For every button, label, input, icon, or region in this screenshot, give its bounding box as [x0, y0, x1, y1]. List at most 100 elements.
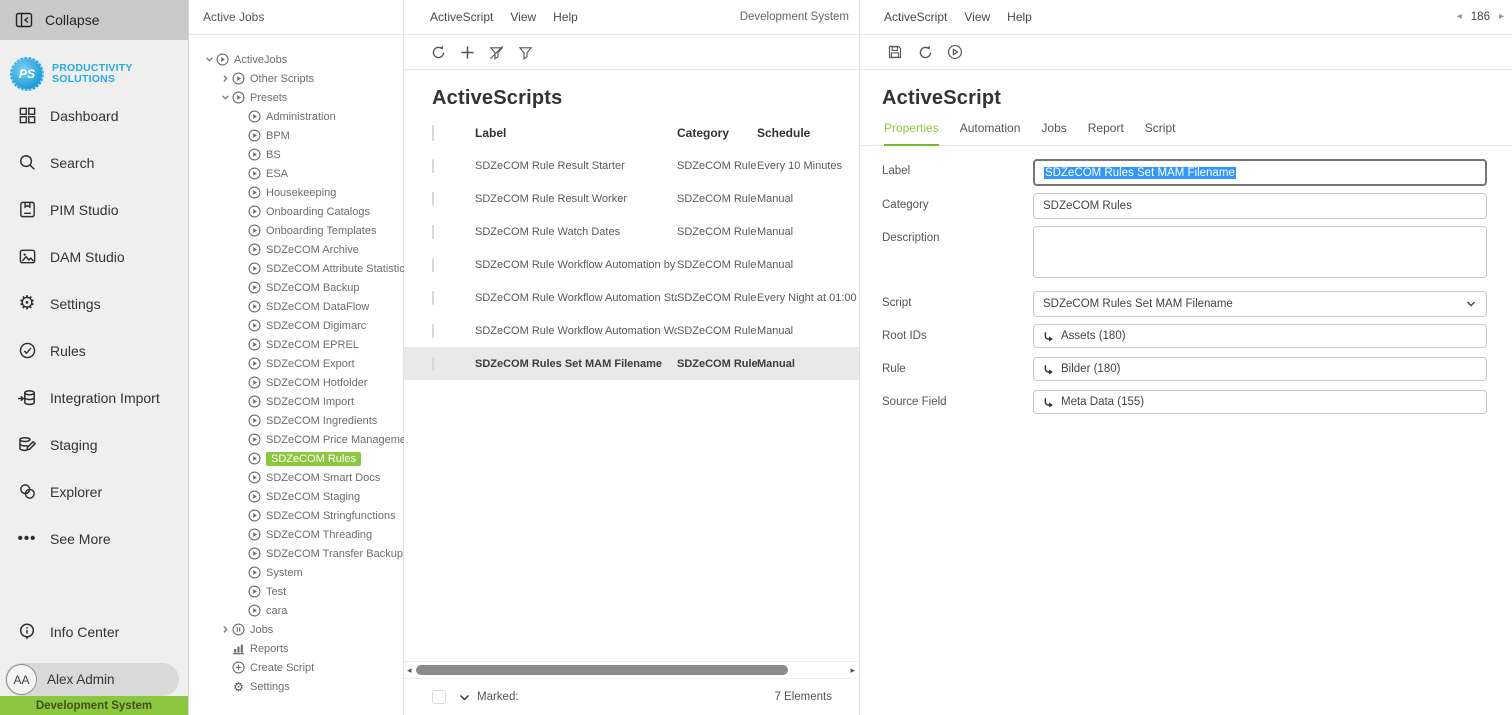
tree-item-sdzecom-digimarc[interactable]: SDZeCOM Digimarc	[189, 316, 403, 335]
marked-checkbox[interactable]	[432, 690, 446, 704]
tree-item-sdzecom-price-management[interactable]: SDZeCOM Price Management	[189, 430, 403, 449]
filter-clear-icon[interactable]	[487, 43, 505, 61]
refresh-icon[interactable]	[429, 43, 447, 61]
sidebar-item-pim-studio[interactable]: PIM Studio	[0, 186, 188, 233]
filter-icon[interactable]	[516, 43, 534, 61]
source-field-field[interactable]: Meta Data (155)	[1033, 390, 1487, 414]
tree-item-bs[interactable]: BS	[189, 145, 403, 164]
tree-item-housekeeping[interactable]: Housekeeping	[189, 183, 403, 202]
scrollbar-track[interactable]	[415, 665, 848, 675]
table-row[interactable]: SDZeCOM Rule Workflow Automation by d...…	[404, 248, 859, 281]
table-row[interactable]: SDZeCOM Rule Result StarterSDZeCOM Rules…	[404, 149, 859, 182]
row-checkbox[interactable]	[432, 291, 434, 305]
expander-down-icon[interactable]	[218, 93, 232, 102]
tree-item-sdzecom-attribute-statistics[interactable]: SDZeCOM Attribute Statistics	[189, 259, 403, 278]
sidebar-item-explorer[interactable]: Explorer	[0, 468, 188, 515]
tree-item-onboarding-templates[interactable]: Onboarding Templates	[189, 221, 403, 240]
row-checkbox[interactable]	[432, 225, 434, 239]
tree-item-presets[interactable]: Presets	[189, 88, 403, 107]
tree-item-sdzecom-dataflow[interactable]: SDZeCOM DataFlow	[189, 297, 403, 316]
tree-item-settings[interactable]: ⚙Settings	[189, 677, 403, 696]
sidebar-item-integration-import[interactable]: Integration Import	[0, 374, 188, 421]
menu-activescript[interactable]: ActiveScript	[884, 10, 947, 24]
sidebar-item-search[interactable]: Search	[0, 139, 188, 186]
tree-item-sdzecom-stringfunctions[interactable]: SDZeCOM Stringfunctions	[189, 506, 403, 525]
tree-item-create-script[interactable]: Create Script	[189, 658, 403, 677]
tree-item-system[interactable]: System	[189, 563, 403, 582]
tree-item-sdzecom-smart-docs[interactable]: SDZeCOM Smart Docs	[189, 468, 403, 487]
tree-item-sdzecom-import[interactable]: SDZeCOM Import	[189, 392, 403, 411]
tree-item-bpm[interactable]: BPM	[189, 126, 403, 145]
category-input[interactable]: SDZeCOM Rules	[1033, 193, 1487, 219]
script-select[interactable]: SDZeCOM Rules Set MAM Filename	[1033, 291, 1487, 317]
table-row[interactable]: SDZeCOM Rule Result WorkerSDZeCOM RulesM…	[404, 182, 859, 215]
expander-right-icon[interactable]	[218, 74, 232, 83]
tree-item-test[interactable]: Test	[189, 582, 403, 601]
select-all-checkbox[interactable]	[432, 125, 434, 141]
tree-item-sdzecom-threading[interactable]: SDZeCOM Threading	[189, 525, 403, 544]
column-header-schedule[interactable]: Schedule	[757, 126, 859, 140]
run-icon[interactable]	[946, 43, 964, 61]
collapse-button[interactable]: Collapse	[0, 0, 188, 40]
menu-activescript[interactable]: ActiveScript	[430, 10, 493, 24]
tab-report[interactable]: Report	[1088, 121, 1124, 145]
tree-item-reports[interactable]: Reports	[189, 639, 403, 658]
tab-script[interactable]: Script	[1145, 121, 1176, 145]
tree-item-sdzecom-staging[interactable]: SDZeCOM Staging	[189, 487, 403, 506]
scrollbar-thumb[interactable]	[416, 665, 788, 675]
tab-properties[interactable]: Properties	[884, 121, 939, 146]
tree-item-sdzecom-eprel[interactable]: SDZeCOM EPREL	[189, 335, 403, 354]
rule-field[interactable]: Bilder (180)	[1033, 357, 1487, 381]
tree-item-sdzecom-rules[interactable]: SDZeCOM Rules	[189, 449, 403, 468]
scroll-right-icon[interactable]: ▸	[850, 666, 855, 675]
sidebar-item-dashboard[interactable]: Dashboard	[0, 92, 188, 139]
row-checkbox[interactable]	[432, 192, 434, 206]
expander-down-icon[interactable]	[202, 55, 216, 64]
row-checkbox[interactable]	[432, 159, 434, 173]
tree-item-esa[interactable]: ESA	[189, 164, 403, 183]
tree-item-other-scripts[interactable]: Other Scripts	[189, 69, 403, 88]
column-header-label[interactable]: Label	[475, 126, 677, 140]
tree-item-jobs[interactable]: Jobs	[189, 620, 403, 639]
tree-item-sdzecom-ingredients[interactable]: SDZeCOM Ingredients	[189, 411, 403, 430]
root-ids-field[interactable]: Assets (180)	[1033, 324, 1487, 348]
row-checkbox[interactable]	[432, 357, 434, 371]
tree-item-activejobs[interactable]: ActiveJobs	[189, 50, 403, 69]
horizontal-scrollbar[interactable]: ◂ ▸	[404, 661, 858, 678]
sidebar-item-dam-studio[interactable]: DAM Studio	[0, 233, 188, 280]
sidebar-item-info-center[interactable]: Info Center	[0, 612, 188, 652]
add-icon[interactable]	[458, 43, 476, 61]
tree-item-onboarding-catalogs[interactable]: Onboarding Catalogs	[189, 202, 403, 221]
user-menu[interactable]: AA Alex Admin	[5, 663, 179, 696]
sidebar-item-staging[interactable]: Staging	[0, 421, 188, 468]
expander-right-icon[interactable]	[218, 625, 232, 634]
row-checkbox[interactable]	[432, 324, 434, 338]
label-input[interactable]: SDZeCOM Rules Set MAM Filename	[1033, 159, 1487, 186]
chevron-down-icon[interactable]	[459, 692, 470, 703]
menu-view[interactable]: View	[510, 10, 536, 24]
sidebar-item-settings[interactable]: ⚙Settings	[0, 280, 188, 327]
table-row[interactable]: SDZeCOM Rules Set MAM FilenameSDZeCOM Ru…	[404, 347, 859, 380]
pager-prev-icon[interactable]: ◂	[1457, 12, 1462, 22]
save-icon[interactable]	[886, 43, 904, 61]
menu-view[interactable]: View	[964, 10, 990, 24]
tree-item-sdzecom-export[interactable]: SDZeCOM Export	[189, 354, 403, 373]
table-row[interactable]: SDZeCOM Rule Workflow Automation Starter…	[404, 281, 859, 314]
tab-jobs[interactable]: Jobs	[1041, 121, 1066, 145]
tab-automation[interactable]: Automation	[960, 121, 1021, 145]
tree-item-administration[interactable]: Administration	[189, 107, 403, 126]
row-checkbox[interactable]	[432, 258, 434, 272]
refresh-icon[interactable]	[916, 43, 934, 61]
table-row[interactable]: SDZeCOM Rule Workflow Automation WorkerS…	[404, 314, 859, 347]
menu-help[interactable]: Help	[1007, 10, 1032, 24]
sidebar-item-see-more[interactable]: •••See More	[0, 515, 188, 562]
tree-item-sdzecom-backup[interactable]: SDZeCOM Backup	[189, 278, 403, 297]
pager-next-icon[interactable]: ▸	[1499, 12, 1504, 22]
tree-item-sdzecom-transfer-backup[interactable]: SDZeCOM Transfer Backup	[189, 544, 403, 563]
tree-item-sdzecom-archive[interactable]: SDZeCOM Archive	[189, 240, 403, 259]
tree-item-cara[interactable]: cara	[189, 601, 403, 620]
tree-item-sdzecom-hotfolder[interactable]: SDZeCOM Hotfolder	[189, 373, 403, 392]
menu-help[interactable]: Help	[553, 10, 578, 24]
description-textarea[interactable]	[1033, 226, 1487, 278]
column-header-category[interactable]: Category	[677, 126, 757, 140]
